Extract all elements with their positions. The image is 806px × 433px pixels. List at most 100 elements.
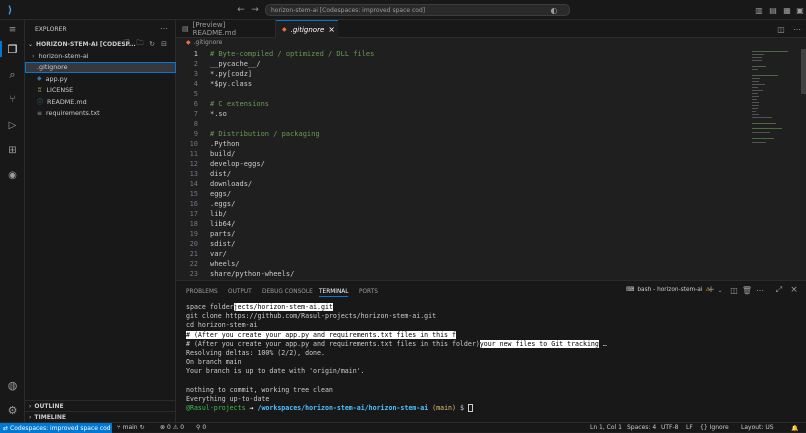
code-line[interactable]: 9 # Distribution / packaging — [176, 129, 736, 139]
file-app-py[interactable]: ◆ app.py — [25, 73, 176, 85]
new-terminal-icon[interactable]: + — [706, 285, 716, 295]
search-icon[interactable]: ⌕ — [5, 67, 20, 82]
code-line[interactable]: 11 build/ — [176, 149, 736, 159]
minimap[interactable] — [752, 49, 800, 199]
file-readme[interactable]: ⓘ README.md — [25, 96, 176, 108]
menu-icon[interactable]: ≡ — [6, 24, 19, 36]
panel: PROBLEMS OUTPUT DEBUG CONSOLE TERMINAL P… — [176, 280, 806, 422]
code-line[interactable]: 3 *.py[codz] — [176, 69, 736, 79]
command-center-search[interactable]: horizon-stem-ai [Codespaces: improved sp… — [265, 4, 570, 16]
tab-readme-preview[interactable]: ▤ [Preview] README.md — [176, 20, 276, 38]
timeline-section[interactable]: › TIMELINE — [25, 411, 176, 422]
line-text: # C extensions — [210, 100, 270, 108]
eol[interactable]: LF — [686, 424, 693, 431]
run-debug-icon[interactable]: ▷ — [5, 118, 20, 133]
language-mode[interactable]: {} Ignore — [700, 424, 729, 431]
code-line[interactable]: 16 .eggs/ — [176, 199, 736, 209]
gitignore-icon: ◆ — [186, 39, 191, 46]
line-text: *$py.class — [210, 80, 253, 88]
code-line[interactable]: 15 eggs/ — [176, 189, 736, 199]
kill-terminal-icon[interactable]: 🗑 — [742, 285, 752, 295]
terminal-selector[interactable]: ⌨ bash - horizon-stem-ai ⚠ — [626, 287, 711, 293]
editor-scrollbar[interactable] — [801, 49, 806, 94]
vscode-logo-icon[interactable]: ⟩ — [4, 4, 16, 16]
terminal-line: cd horizon-stem-ai — [186, 321, 258, 330]
code-line[interactable]: 6 # C extensions — [176, 99, 736, 109]
source-control-icon[interactable]: ⑂ — [5, 92, 20, 107]
tab-terminal[interactable]: TERMINAL — [319, 289, 349, 297]
code-line[interactable]: 2 __pycache__/ — [176, 59, 736, 69]
new-folder-icon[interactable]: 🗀 — [135, 39, 145, 49]
panel-more-icon[interactable]: ⋯ — [755, 285, 765, 295]
code-line[interactable]: 12 develop-eggs/ — [176, 159, 736, 169]
back-arrow-icon[interactable]: ← — [236, 4, 246, 16]
line-number: 17 — [189, 210, 198, 218]
collapse-all-icon[interactable]: ⊟ — [159, 39, 169, 49]
code-line[interactable]: 4 *$py.class — [176, 79, 736, 89]
split-terminal-icon[interactable]: ◫ — [729, 285, 739, 295]
line-text: *.py[codz] — [210, 70, 253, 78]
new-file-icon[interactable]: 🗋 — [122, 39, 132, 49]
customize-layout-icon[interactable]: ▣ — [795, 4, 805, 16]
code-line[interactable]: 19 parts/ — [176, 229, 736, 239]
tab-problems[interactable]: PROBLEMS — [186, 289, 218, 295]
close-icon[interactable]: × — [328, 25, 335, 34]
tab-ports[interactable]: PORTS — [359, 289, 378, 295]
file-gitignore[interactable]: .gitignore — [25, 61, 176, 73]
terminal-dropdown-icon[interactable]: ⌄ — [716, 285, 724, 295]
toggle-primary-sidebar-icon[interactable]: ▥ — [754, 4, 764, 16]
tab-gitignore[interactable]: ◆ .gitignore × — [276, 20, 338, 38]
refresh-icon[interactable]: ↻ — [147, 39, 157, 49]
code-line[interactable]: 22 wheels/ — [176, 259, 736, 269]
forward-arrow-icon[interactable]: → — [250, 4, 260, 16]
split-editor-icon[interactable]: ◫ — [776, 24, 786, 34]
explorer-sidebar: EXPLORER ⋯ ⌄ HORIZON-STEM-AI [CODESP... … — [25, 20, 176, 422]
code-editor[interactable]: 1 # Byte-compiled / optimized / DLL files… — [176, 49, 736, 279]
code-line[interactable]: 7 *.so — [176, 109, 736, 119]
warning-icon: ⚠ — [172, 424, 179, 431]
file-license[interactable]: ♖ LICENSE — [25, 85, 176, 97]
account-icon[interactable]: ◍ — [5, 378, 20, 393]
code-line[interactable]: 8 — [176, 119, 736, 129]
toggle-secondary-sidebar-icon[interactable]: ▦ — [782, 4, 792, 16]
indentation[interactable]: Spaces: 4 — [627, 424, 656, 431]
explorer-icon[interactable]: ❐ — [5, 42, 20, 57]
code-line[interactable]: 23 share/python-wheels/ — [176, 269, 736, 279]
info-icon: ⓘ — [37, 99, 44, 107]
tab-debug-console[interactable]: DEBUG CONSOLE — [262, 289, 313, 295]
file-requirements[interactable]: ≡ requirements.txt — [25, 108, 176, 120]
cursor-position[interactable]: Ln 1, Col 1 — [590, 424, 622, 431]
copilot-icon[interactable]: ◐ — [548, 4, 560, 16]
keyboard-layout[interactable]: Layout: US — [741, 424, 774, 431]
folder-horizon-stem-ai[interactable]: › horizon-stem-ai — [25, 50, 176, 62]
code-line[interactable]: 20 sdist/ — [176, 239, 736, 249]
terminal-line: Your branch is up to date with 'origin/m… — [186, 367, 365, 376]
maximize-panel-icon[interactable]: ⤢ — [774, 285, 784, 295]
github-icon[interactable]: ◉ — [5, 168, 20, 183]
code-line[interactable]: 13 dist/ — [176, 169, 736, 179]
encoding[interactable]: UTF-8 — [661, 424, 679, 431]
code-line[interactable]: 18 lib64/ — [176, 219, 736, 229]
line-text: var/ — [210, 250, 227, 258]
tab-output[interactable]: OUTPUT — [228, 289, 252, 295]
close-panel-icon[interactable]: × — [789, 285, 799, 295]
toggle-panel-icon[interactable]: ▤ — [768, 4, 778, 16]
code-line[interactable]: 10 .Python — [176, 139, 736, 149]
code-line[interactable]: 17 lib/ — [176, 209, 736, 219]
editor-more-icon[interactable]: ⋯ — [792, 24, 802, 34]
code-line[interactable]: 14 downloads/ — [176, 179, 736, 189]
line-number: 15 — [189, 190, 198, 198]
code-line[interactable]: 5 — [176, 89, 736, 99]
problems-status[interactable]: ⊗ 0 ⚠ 0 — [160, 424, 184, 431]
ports-status[interactable]: ⚲ 0 — [196, 424, 206, 431]
extensions-icon[interactable]: ⊞ — [5, 143, 20, 158]
code-line[interactable]: 1 # Byte-compiled / optimized / DLL files — [176, 49, 736, 59]
breadcrumb[interactable]: ◆ .gitignore — [186, 39, 222, 46]
line-number: 16 — [189, 200, 198, 208]
code-line[interactable]: 21 var/ — [176, 249, 736, 259]
terminal-output[interactable]: space folderjects/horizon-stem-ai.git gi… — [186, 303, 786, 413]
outline-section[interactable]: › OUTLINE — [25, 400, 176, 411]
branch-status[interactable]: ⑂ main ↻ — [117, 424, 145, 431]
settings-gear-icon[interactable]: ⚙ — [5, 403, 20, 418]
more-actions-icon[interactable]: ⋯ — [159, 23, 169, 33]
